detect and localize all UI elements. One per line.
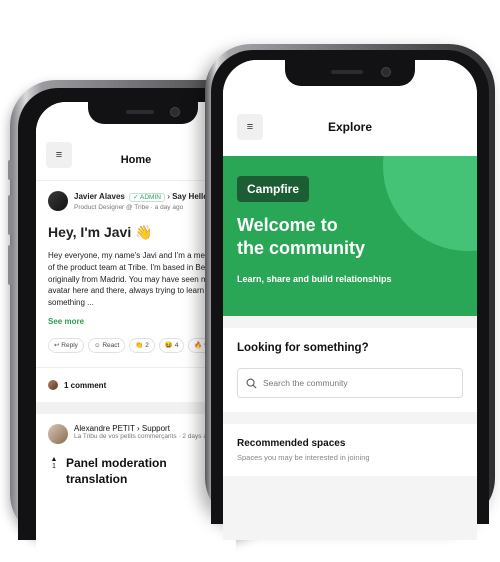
reaction-clap[interactable]: 👏 2 (129, 337, 155, 354)
explore-header: ≡ Explore (223, 60, 477, 156)
post-actions: ↩ Reply ☺ React 👏 2 😆 4 🔥 9 (48, 337, 224, 354)
post-subtitle: Product Designer @ Tribe · a day ago (74, 203, 184, 211)
post-author-row: Javier Alaves ✓ ADMIN › Say Hello Produc… (48, 191, 224, 212)
author-name[interactable]: Javier Alaves (74, 192, 125, 201)
commenter-avatar (48, 380, 58, 391)
reply-label: Reply (61, 341, 78, 349)
avatar[interactable] (48, 424, 68, 445)
upvote-icon[interactable]: ▲ (51, 456, 58, 463)
post-title[interactable]: Panel moderation translation (66, 456, 167, 487)
reaction-laugh[interactable]: 😆 4 (158, 337, 185, 354)
post-subtitle: La Tribu de vos petits commerçants · 2 d… (74, 433, 215, 441)
recommended-title: Recommended spaces (237, 438, 346, 449)
vote-control[interactable]: ▲ 1 (48, 456, 60, 487)
see-more-link[interactable]: See more (48, 316, 224, 328)
campfire-logo: Campfire (237, 176, 310, 202)
react-button[interactable]: ☺ React (87, 337, 126, 354)
search-icon (246, 378, 257, 389)
page-title: Explore (327, 120, 372, 134)
speaker (331, 70, 363, 74)
hero-title-line: Welcome to (237, 215, 338, 235)
admin-badge: ✓ ADMIN (129, 193, 165, 202)
decorative-circle (383, 156, 477, 251)
hero-title: Welcome to the community (237, 214, 365, 259)
post-title[interactable]: Hey, I'm Javi 👋 (48, 222, 224, 242)
explore-screen: ≡ Explore Campfire Welcome to the commun… (223, 60, 477, 540)
post-body: Hey everyone, my name's Javi and I'm a m… (48, 251, 224, 307)
search-card: Looking for something? Search the commun… (223, 328, 477, 412)
chevron-right-icon: › (167, 192, 170, 201)
reply-button[interactable]: ↩ Reply (48, 337, 84, 354)
camera (170, 107, 180, 117)
welcome-hero: Campfire Welcome to the community Learn,… (223, 156, 477, 316)
avatar[interactable] (48, 191, 68, 211)
recommended-subtitle: Spaces you may be interested in joining (237, 453, 370, 462)
author-name[interactable]: Alexandre PETIT (74, 424, 135, 433)
recommended-card: Recommended spaces Spaces you may be int… (223, 424, 477, 476)
admin-badge-label: ADMIN (140, 194, 161, 201)
space-name[interactable]: Support (142, 424, 170, 433)
space-name[interactable]: Say Hello (172, 192, 208, 201)
vote-count: 1 (52, 463, 56, 471)
react-label: React (102, 341, 120, 349)
notch (88, 102, 198, 124)
comments-count: 1 comment (64, 380, 107, 390)
hero-subtitle: Learn, share and build relationships (237, 274, 392, 284)
side-button (8, 245, 12, 285)
search-input[interactable]: Search the community (237, 368, 463, 398)
post-meta: Alexandre PETIT › Support La Tribu de vo… (74, 424, 214, 440)
speaker (126, 110, 154, 114)
hero-title-line: the community (237, 237, 366, 258)
phone-explore: ≡ Explore Campfire Welcome to the commun… (205, 44, 495, 540)
search-heading: Looking for something? (237, 342, 369, 354)
camera (381, 67, 391, 77)
notch (285, 60, 415, 86)
post-author-row: Alexandre PETIT › Support La Tribu de vo… (48, 424, 224, 445)
post-title-line: Panel moderation (66, 456, 167, 471)
side-button (8, 160, 12, 180)
side-button (8, 195, 12, 235)
post2-body: ▲ 1 Panel moderation translation (48, 456, 224, 487)
post-meta: Javier Alaves ✓ ADMIN › Say Hello Produc… (74, 191, 208, 212)
post-title-line: translation (66, 471, 128, 486)
search-placeholder: Search the community (263, 378, 348, 388)
